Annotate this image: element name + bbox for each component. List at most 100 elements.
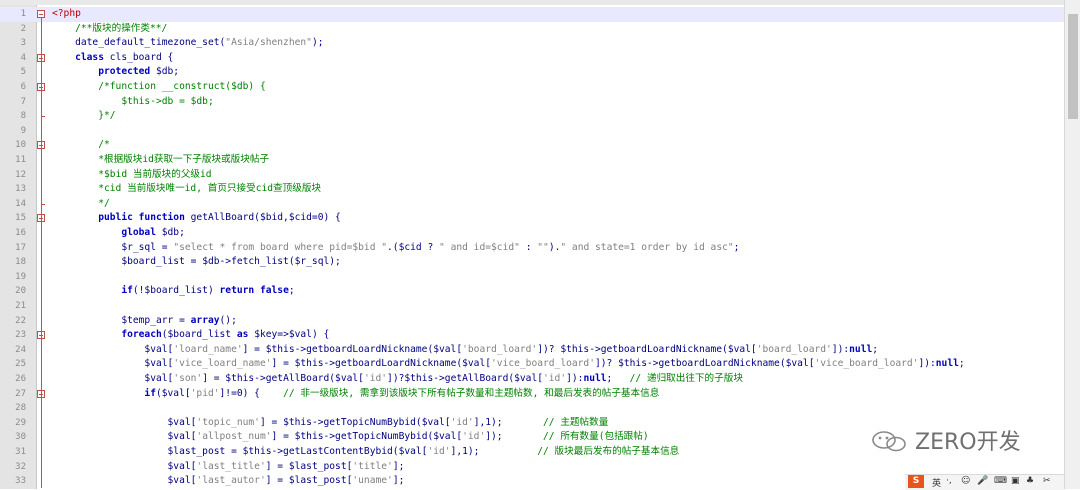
shirt-icon[interactable]: ♣ (1026, 476, 1034, 486)
line-number: 10 (0, 138, 26, 153)
code-line[interactable]: 27 if($val['pid']!=0) { // 非一级版块, 需拿到该版块… (0, 387, 1064, 402)
fold-toggle-icon[interactable] (37, 10, 45, 18)
code-line[interactable]: 2 /**版块的操作类**/ (0, 22, 1064, 37)
code-line[interactable]: 18 $board_list = $db->fetch_list($r_sql)… (0, 255, 1064, 270)
code-line[interactable]: 29 $val['topic_num'] = $this->getTopicNu… (0, 416, 1064, 431)
code-line[interactable]: 25 $val['vice_loard_name'] = $this->getb… (0, 357, 1064, 372)
code-line[interactable]: 12 *$bid 当前版块的父级id (0, 168, 1064, 183)
code-text: date_default_timezone_set("Asia/shenzhen… (52, 36, 324, 51)
line-number: 14 (0, 197, 26, 212)
code-line[interactable]: 17 $r_sql = "select * from board where p… (0, 241, 1064, 256)
sogou-ime-icon[interactable]: S (908, 475, 924, 488)
line-number: 9 (0, 124, 26, 139)
punctuation-icon[interactable]: ·, (946, 476, 952, 486)
code-line[interactable]: 6 /*function __construct($db) { (0, 80, 1064, 95)
line-number: 19 (0, 270, 26, 285)
code-line[interactable]: 22 $temp_arr = array(); (0, 314, 1064, 329)
code-line[interactable]: 32 $val['last_title'] = $last_post['titl… (0, 460, 1064, 475)
line-number: 6 (0, 80, 26, 95)
code-text: public function getAllBoard($bid,$cid=0)… (52, 211, 341, 226)
line-number: 31 (0, 445, 26, 460)
line-number: 4 (0, 51, 26, 66)
line-number: 29 (0, 416, 26, 431)
tools-icon[interactable]: ✂ (1043, 476, 1051, 486)
vertical-scrollbar[interactable] (1064, 0, 1080, 489)
line-number: 8 (0, 109, 26, 124)
code-line[interactable]: 4 class cls_board { (0, 51, 1064, 66)
code-line[interactable]: 21 (0, 299, 1064, 314)
line-number: 28 (0, 401, 26, 416)
code-line[interactable]: 8 }*/ (0, 109, 1064, 124)
line-number: 26 (0, 372, 26, 387)
line-number: 22 (0, 314, 26, 329)
code-text: $val['allpost_num'] = $this->getTopicNum… (52, 430, 649, 445)
code-editor[interactable]: 1<?php2 /**版块的操作类**/3 date_default_timez… (0, 5, 1064, 489)
code-text: *根据版块id获取一下子版块或版块帖子 (52, 153, 269, 168)
line-number: 1 (0, 7, 26, 22)
code-line[interactable]: 24 $val['loard_name'] = $this->getboardL… (0, 343, 1064, 358)
code-line[interactable]: 7 $this->db = $db; (0, 95, 1064, 110)
line-number: 24 (0, 343, 26, 358)
code-text: */ (52, 197, 110, 212)
code-text: $val['last_autor'] = $last_post['uname']… (52, 474, 404, 489)
line-number: 27 (0, 387, 26, 402)
line-number: 23 (0, 328, 26, 343)
line-number: 33 (0, 474, 26, 489)
code-line[interactable]: 5 protected $db; (0, 65, 1064, 80)
line-number: 21 (0, 299, 26, 314)
code-line[interactable]: 20 if(!$board_list) return false; (0, 284, 1064, 299)
code-text: $val['last_title'] = $last_post['title']… (52, 460, 404, 475)
code-line[interactable]: 14 */ (0, 197, 1064, 212)
keyboard-icon[interactable]: ⌨ (994, 476, 1007, 486)
line-number: 30 (0, 430, 26, 445)
line-number: 15 (0, 211, 26, 226)
line-number: 7 (0, 95, 26, 110)
line-number: 11 (0, 153, 26, 168)
code-line[interactable]: 13 *cid 当前版块唯一id, 首页只接受cid查顶级版块 (0, 182, 1064, 197)
code-line[interactable]: 10 /* (0, 138, 1064, 153)
code-text: global $db; (52, 226, 185, 241)
code-text: $val['son'] = $this->getAllBoard($val['i… (52, 372, 743, 387)
line-number: 25 (0, 357, 26, 372)
fold-end-marker (41, 204, 45, 205)
code-text: $temp_arr = array(); (52, 314, 237, 329)
microphone-icon[interactable]: 🎤 (977, 476, 988, 486)
code-text: /* (52, 138, 110, 153)
skin-icon[interactable]: ▣ (1011, 476, 1020, 486)
code-text: *$bid 当前版块的父级id (52, 168, 212, 183)
code-line[interactable]: 1 <?php (0, 7, 1064, 22)
line-number: 18 (0, 255, 26, 270)
line-number: 12 (0, 168, 26, 183)
code-text: }*/ (52, 109, 116, 124)
line-number: 17 (0, 241, 26, 256)
code-text: $r_sql = "select * from board where pid=… (52, 241, 739, 256)
code-text: $this->db = $db; (52, 95, 214, 110)
code-text: /*function __construct($db) { (52, 80, 266, 95)
ime-toolbar[interactable]: S 英 ·, ☺ 🎤 ⌨ ▣ ♣ ✂ (905, 474, 1064, 490)
code-text: <?php (52, 7, 81, 22)
line-number: 2 (0, 22, 26, 37)
code-text: class cls_board { (52, 51, 173, 66)
code-line[interactable]: 9 (0, 124, 1064, 139)
ime-language-label[interactable]: 英 (932, 476, 941, 489)
code-text: $board_list = $db->fetch_list($r_sql); (52, 255, 341, 270)
code-line[interactable]: 3 date_default_timezone_set("Asia/shenzh… (0, 36, 1064, 51)
watermark-text: ZERO开发 (915, 424, 1021, 456)
scrollbar-thumb[interactable] (1068, 14, 1078, 119)
code-line[interactable]: 28 (0, 401, 1064, 416)
code-line[interactable]: 26 $val['son'] = $this->getAllBoard($val… (0, 372, 1064, 387)
code-line[interactable]: 11 *根据版块id获取一下子版块或版块帖子 (0, 153, 1064, 168)
emoji-icon[interactable]: ☺ (961, 476, 970, 486)
line-number: 32 (0, 460, 26, 475)
code-text: foreach($board_list as $key=>$val) { (52, 328, 329, 343)
code-text: $val['loard_name'] = $this->getboardLoar… (52, 343, 878, 358)
line-number: 13 (0, 182, 26, 197)
code-text: if($val['pid']!=0) { // 非一级版块, 需拿到该版块下所有… (52, 387, 659, 402)
code-line[interactable]: 19 (0, 270, 1064, 285)
line-number: 5 (0, 65, 26, 80)
code-text: *cid 当前版块唯一id, 首页只接受cid查顶级版块 (52, 182, 321, 197)
code-line[interactable]: 16 global $db; (0, 226, 1064, 241)
code-line[interactable]: 23 foreach($board_list as $key=>$val) { (0, 328, 1064, 343)
code-line[interactable]: 15 public function getAllBoard($bid,$cid… (0, 211, 1064, 226)
code-text: /**版块的操作类**/ (52, 22, 167, 37)
